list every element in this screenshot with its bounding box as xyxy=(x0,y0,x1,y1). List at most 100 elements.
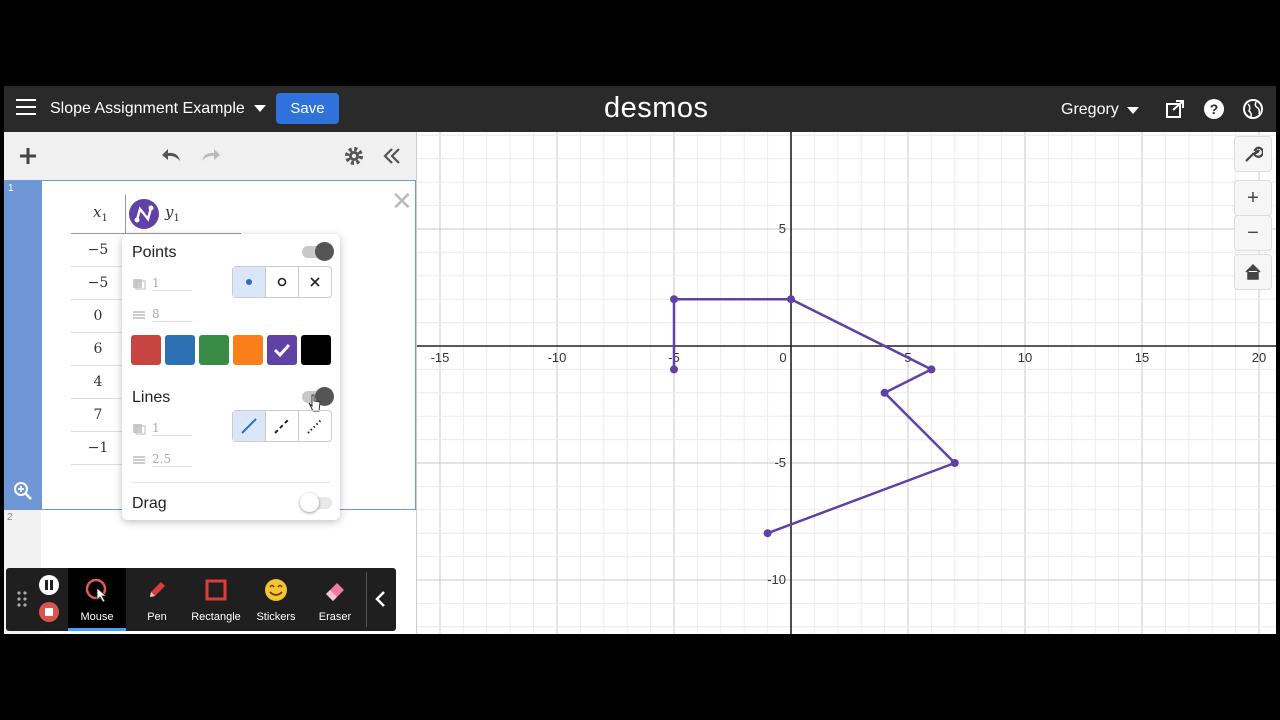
desmos-window: Slope Assignment Example Save desmos Gre… xyxy=(4,86,1276,634)
delete-expression-icon[interactable]: ✕ xyxy=(391,186,413,217)
line-dashed-option[interactable] xyxy=(266,411,299,441)
data-point xyxy=(763,529,772,538)
data-point xyxy=(880,388,889,397)
add-item-icon[interactable] xyxy=(16,144,40,168)
settings-gear-icon[interactable] xyxy=(342,144,366,168)
opacity-icon xyxy=(133,423,146,434)
graph-settings-wrench-icon[interactable] xyxy=(1234,136,1272,172)
pen-icon xyxy=(150,582,165,597)
solid-line-icon xyxy=(241,418,257,434)
cross-icon xyxy=(310,277,320,287)
home-icon[interactable] xyxy=(1234,254,1272,290)
color-swatch-red[interactable] xyxy=(131,335,161,365)
collapse-panel-icon[interactable] xyxy=(380,144,404,168)
color-swatches xyxy=(131,335,331,365)
y-tick-label: -10 xyxy=(767,572,786,587)
help-icon[interactable]: ? xyxy=(1203,98,1225,120)
title-dropdown-icon[interactable] xyxy=(254,105,266,112)
share-icon[interactable] xyxy=(1164,98,1186,120)
tool-eraser[interactable]: Eraser xyxy=(306,568,364,631)
drag-label: Drag xyxy=(132,495,167,512)
data-point xyxy=(950,459,959,467)
filled-dot-icon xyxy=(246,279,252,285)
table-header-x[interactable]: x1 xyxy=(93,203,108,224)
color-swatch-green[interactable] xyxy=(199,335,229,365)
stop-recording-icon[interactable] xyxy=(38,601,60,623)
pause-icon[interactable] xyxy=(38,574,60,596)
top-header: Slope Assignment Example Save desmos Gre… xyxy=(4,86,1276,132)
zoom-fit-icon[interactable] xyxy=(13,481,33,501)
zoom-out-icon[interactable]: − xyxy=(1234,215,1272,251)
drag-toggle[interactable] xyxy=(300,493,332,512)
dashed-line-icon xyxy=(274,418,290,434)
table-cell-x[interactable]: −5 xyxy=(71,234,125,267)
points-toggle[interactable] xyxy=(302,242,334,261)
expression-tab[interactable]: 1 xyxy=(5,181,42,509)
color-swatch-orange[interactable] xyxy=(233,335,263,365)
x-tick-label: 0 xyxy=(779,350,786,365)
checkmark-icon xyxy=(273,343,291,358)
popover-divider xyxy=(132,482,330,483)
tool-label: Rectangle xyxy=(191,611,241,623)
table-cell-x[interactable]: 7 xyxy=(71,399,125,432)
lines-width-field[interactable]: 2.5 xyxy=(132,452,192,467)
line-solid-option[interactable] xyxy=(233,411,266,441)
table-cell-x[interactable]: 6 xyxy=(71,333,125,366)
x-tick-label: -15 xyxy=(431,350,450,365)
tool-rectangle[interactable]: Rectangle xyxy=(187,568,245,631)
x-tick-label: 20 xyxy=(1252,350,1266,365)
color-swatch-purple[interactable] xyxy=(267,335,297,365)
lines-label: Lines xyxy=(132,389,171,406)
menu-icon[interactable] xyxy=(16,99,36,117)
expression-toolbar xyxy=(4,132,416,181)
style-popover: Points 1 8 Lines 1 2.5 Drag xyxy=(122,234,340,520)
collapse-toolbar-icon[interactable] xyxy=(374,590,388,608)
points-size-field[interactable]: 8 xyxy=(132,307,192,322)
rectangle-icon xyxy=(205,579,227,601)
lines-opacity-field[interactable]: 1 xyxy=(132,421,192,436)
open-dot-icon xyxy=(277,277,287,287)
point-open-option[interactable] xyxy=(266,267,299,297)
tool-label: Mouse xyxy=(80,611,114,623)
table-cell-x[interactable]: 4 xyxy=(71,366,125,399)
graph-title[interactable]: Slope Assignment Example xyxy=(50,100,245,118)
x-tick-label: -10 xyxy=(548,350,567,365)
globe-icon[interactable] xyxy=(1242,98,1264,120)
tool-mouse[interactable]: Mouse xyxy=(68,568,126,631)
point-cross-option[interactable] xyxy=(299,267,331,297)
zoom-in-icon[interactable]: + xyxy=(1234,180,1272,216)
data-point xyxy=(927,365,936,374)
line-style-selector xyxy=(232,410,332,442)
table-cell-x[interactable]: 0 xyxy=(71,300,125,333)
opacity-icon xyxy=(133,278,146,289)
points-label: Points xyxy=(132,244,177,261)
data-point xyxy=(670,295,678,304)
table-header-y[interactable]: y1 xyxy=(165,203,180,224)
user-dropdown-icon[interactable] xyxy=(1127,107,1139,114)
y-tick-label: -5 xyxy=(774,455,786,470)
redo-icon[interactable] xyxy=(198,144,222,168)
color-swatch-blue[interactable] xyxy=(165,335,195,365)
series-style-icon[interactable] xyxy=(129,199,159,229)
table-cell-x[interactable]: −5 xyxy=(71,267,125,300)
x-tick-label: 15 xyxy=(1135,350,1149,365)
table-cell-x[interactable]: −1 xyxy=(71,432,125,465)
dotted-line-icon xyxy=(307,418,323,434)
tool-pen[interactable]: Pen xyxy=(128,568,186,631)
mouse-cursor-icon xyxy=(85,578,108,602)
user-name[interactable]: Gregory xyxy=(1061,101,1119,119)
points-opacity-field[interactable]: 1 xyxy=(132,276,192,291)
graph-canvas[interactable]: -15 -10 -5 0 5 10 15 205-5-10 xyxy=(417,132,1276,634)
tool-stickers[interactable]: Stickers xyxy=(247,568,305,631)
tool-label: Eraser xyxy=(318,611,352,623)
point-filled-option[interactable] xyxy=(233,267,266,297)
tool-label: Stickers xyxy=(256,611,296,623)
drag-handle-icon[interactable] xyxy=(16,590,28,608)
line-dotted-option[interactable] xyxy=(299,411,331,441)
table-column-divider xyxy=(125,195,126,233)
undo-icon[interactable] xyxy=(160,144,184,168)
eraser-icon xyxy=(326,583,344,601)
expression-number: 2 xyxy=(7,512,13,523)
color-swatch-black[interactable] xyxy=(301,335,331,365)
save-button[interactable]: Save xyxy=(276,93,339,124)
